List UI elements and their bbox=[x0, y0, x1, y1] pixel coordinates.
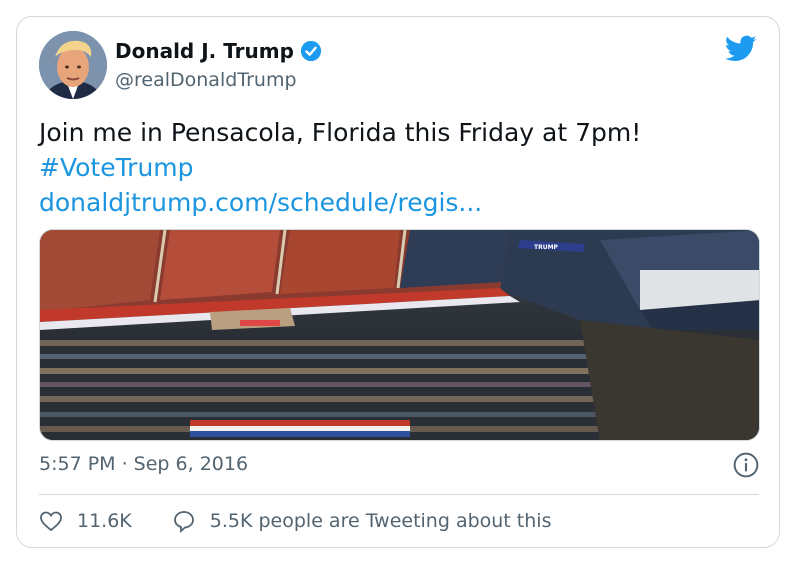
tweet-actions: 11.6K 5.5K people are Tweeting about thi… bbox=[39, 509, 551, 533]
conversation-button[interactable]: 5.5K people are Tweeting about this bbox=[172, 509, 552, 533]
like-button[interactable]: 11.6K bbox=[39, 509, 132, 533]
tweet-text-line: Join me in Pensacola, Florida this Frida… bbox=[39, 118, 642, 147]
rally-photo[interactable]: TRUMP bbox=[39, 229, 760, 441]
tweet-timestamp[interactable]: 5:57 PM · Sep 6, 2016 bbox=[39, 453, 248, 475]
external-link[interactable]: donaldjtrump.com/schedule/regis... bbox=[39, 185, 759, 220]
tweet-card: Donald J. Trump @realDonaldTrump Join me… bbox=[16, 16, 780, 548]
tweet-text: Join me in Pensacola, Florida this Frida… bbox=[39, 115, 759, 220]
info-icon[interactable] bbox=[733, 452, 759, 478]
author-name-row[interactable]: Donald J. Trump bbox=[115, 39, 322, 63]
author-handle[interactable]: @realDonaldTrump bbox=[115, 69, 297, 91]
conversation-text: 5.5K people are Tweeting about this bbox=[209, 510, 552, 532]
arena-banner-text: TRUMP bbox=[534, 244, 559, 251]
avatar[interactable] bbox=[39, 31, 107, 99]
hashtag-link[interactable]: #VoteTrump bbox=[39, 150, 759, 185]
like-count: 11.6K bbox=[77, 510, 132, 532]
heart-icon bbox=[40, 511, 62, 532]
divider bbox=[39, 494, 759, 495]
twitter-bird-icon[interactable] bbox=[725, 35, 757, 63]
display-name[interactable]: Donald J. Trump bbox=[115, 39, 294, 63]
verified-badge-icon bbox=[300, 40, 322, 62]
speech-bubble-icon bbox=[173, 511, 194, 533]
